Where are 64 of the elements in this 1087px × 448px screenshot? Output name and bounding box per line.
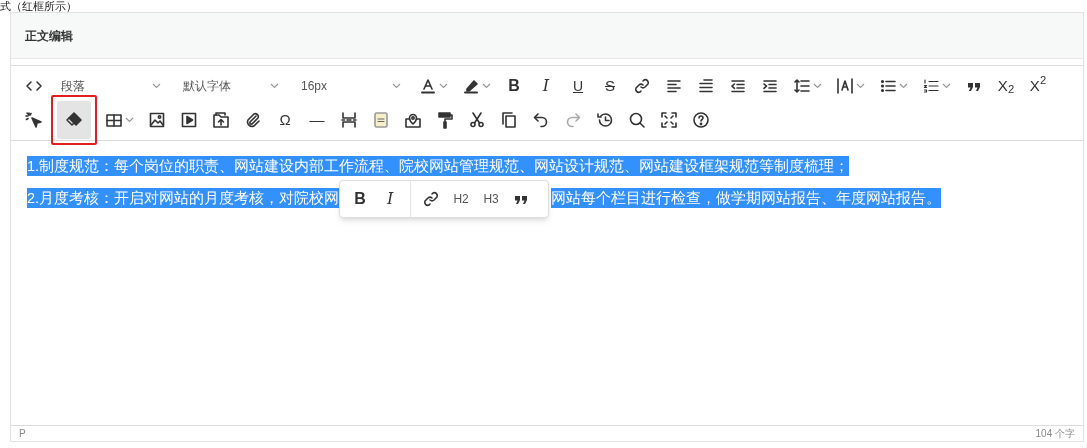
eraser-icon xyxy=(65,111,83,129)
align-justify-icon xyxy=(697,77,715,95)
caret-icon xyxy=(856,83,865,89)
format-button[interactable]: Ω xyxy=(272,106,298,134)
numbered-list-icon xyxy=(922,77,940,95)
indent-icon xyxy=(761,77,779,95)
caret-icon xyxy=(813,83,822,89)
caret-icon xyxy=(125,117,134,123)
highlighter-icon xyxy=(462,77,480,95)
caret-icon xyxy=(270,83,279,89)
map-pin-icon xyxy=(404,111,422,129)
paragraph-text: 1.制度规范：每个岗位的职责、网站建设内部工作流程、院校网站管理规范、网站设计规范、网站建设框架规范等制度梳理； xyxy=(27,156,850,176)
fullscreen-icon xyxy=(660,111,678,129)
format-button[interactable]: H2 xyxy=(447,185,476,213)
bold-button[interactable]: B xyxy=(501,72,527,100)
format-button[interactable]: H3 xyxy=(477,185,506,213)
caret-icon xyxy=(439,83,448,89)
underline-button[interactable]: U xyxy=(565,72,591,100)
caret-icon xyxy=(152,83,161,89)
caret-icon xyxy=(482,83,491,89)
bulleted-list-icon xyxy=(879,77,897,95)
undo-icon xyxy=(532,111,550,129)
image-icon xyxy=(148,111,166,129)
paragraph-text: 网站每个栏目进行检查，做学期网站报告、年度网站报告。 xyxy=(551,188,942,208)
video-icon xyxy=(180,111,198,129)
italic-button[interactable]: I xyxy=(376,185,405,213)
paint-roller-icon xyxy=(436,111,454,129)
link-icon xyxy=(422,190,441,208)
caret-icon xyxy=(899,83,908,89)
table-icon xyxy=(105,111,123,129)
link-icon xyxy=(633,77,651,95)
format-button[interactable]: X$_{2}$ xyxy=(993,72,1019,100)
help-icon xyxy=(692,111,710,129)
folder-upload-icon xyxy=(212,111,230,129)
caption-text: 式（红框所示） xyxy=(0,0,77,12)
align-left-icon xyxy=(665,77,683,95)
redo-icon xyxy=(564,111,582,129)
search-icon xyxy=(628,111,646,129)
panel-title: 正文编辑 xyxy=(25,27,73,45)
cursor-sparkle-icon xyxy=(25,111,43,129)
scissors-icon xyxy=(468,111,486,129)
outdent-icon xyxy=(729,77,747,95)
copy-icon xyxy=(500,111,518,129)
font-color-icon xyxy=(419,77,437,95)
bold-button[interactable]: B xyxy=(346,185,375,213)
caret-icon xyxy=(942,83,951,89)
dropdown-select[interactable]: 16px xyxy=(293,73,409,99)
format-button[interactable]: X$^{2}$ xyxy=(1025,72,1051,100)
paragraph-text: 2.月度考核：开启对网站的月度考核，对院校网 xyxy=(27,188,340,208)
text-file-icon xyxy=(372,111,390,129)
history-icon xyxy=(596,111,614,129)
element-path: P xyxy=(19,427,26,441)
line-height-icon xyxy=(793,77,811,95)
caret-icon xyxy=(392,83,401,89)
italic-button[interactable]: I xyxy=(533,72,559,100)
strikethrough-button[interactable]: S xyxy=(597,72,623,100)
dropdown-select[interactable]: 默认字体 xyxy=(175,73,287,99)
format-button[interactable]: — xyxy=(304,106,330,134)
letter-spacing-icon xyxy=(836,77,854,95)
dropdown-select[interactable]: 段落 xyxy=(53,73,169,99)
word-count: 104 个字 xyxy=(1035,427,1075,441)
paperclip-icon xyxy=(244,111,262,129)
page-break-icon xyxy=(340,111,358,129)
clear-format-button[interactable] xyxy=(57,101,91,139)
